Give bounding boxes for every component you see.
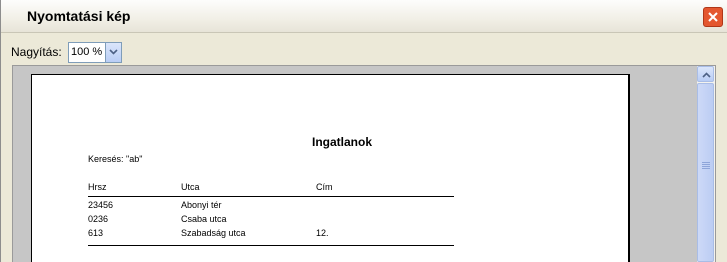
scrollbar-thumb[interactable]	[697, 83, 714, 262]
thumb-grip-line	[702, 166, 710, 167]
table-row: 0236 Csaba utca	[88, 214, 454, 228]
column-header-cim: Cím	[316, 182, 333, 192]
title-bar: Nyomtatási kép	[1, 0, 727, 33]
document-table: Hrsz Utca Cím 23456 Abonyi tér 0236 Csab…	[88, 182, 454, 246]
table-header: Hrsz Utca Cím	[88, 182, 454, 197]
cell-utca: Csaba utca	[181, 214, 227, 224]
cell-hrsz: 0236	[88, 214, 109, 224]
zoom-label: Nagyítás:	[11, 45, 62, 59]
cell-cim: 12.	[316, 228, 329, 238]
zoom-dropdown-button[interactable]	[105, 43, 121, 62]
table-row: 613 Szabadság utca 12.	[88, 228, 454, 242]
column-header-utca: Utca	[181, 182, 200, 192]
cell-hrsz: 23456	[88, 200, 114, 210]
close-button[interactable]	[703, 7, 723, 27]
document-title: Ingatlanok	[312, 135, 373, 149]
table-row: 23456 Abonyi tér	[88, 200, 454, 214]
search-criteria: Keresés: "ab"	[88, 154, 143, 164]
cell-utca: Abonyi tér	[181, 200, 222, 210]
thumb-grip-line	[702, 168, 710, 169]
column-header-hrsz: Hrsz	[88, 182, 107, 192]
thumb-grip-line	[702, 162, 710, 163]
close-icon	[708, 12, 718, 22]
chevron-down-icon	[109, 49, 118, 55]
chevron-up-icon	[702, 72, 711, 78]
vertical-scrollbar[interactable]	[697, 66, 715, 262]
thumb-grip-line	[702, 164, 710, 165]
window-title: Nyomtatási kép	[27, 8, 131, 24]
cell-utca: Szabadság utca	[181, 228, 246, 238]
preview-page: Ingatlanok Keresés: "ab" Hrsz Utca Cím 2…	[31, 74, 630, 262]
print-preview-window: Nyomtatási kép Nagyítás: 100 % Ingatlano…	[0, 0, 727, 262]
scroll-up-button[interactable]	[697, 66, 714, 82]
cell-hrsz: 613	[88, 228, 104, 238]
table-body: 23456 Abonyi tér 0236 Csaba utca 613 Sza…	[88, 197, 454, 246]
zoom-value: 100 %	[71, 46, 103, 58]
zoom-select[interactable]: 100 %	[68, 42, 122, 63]
